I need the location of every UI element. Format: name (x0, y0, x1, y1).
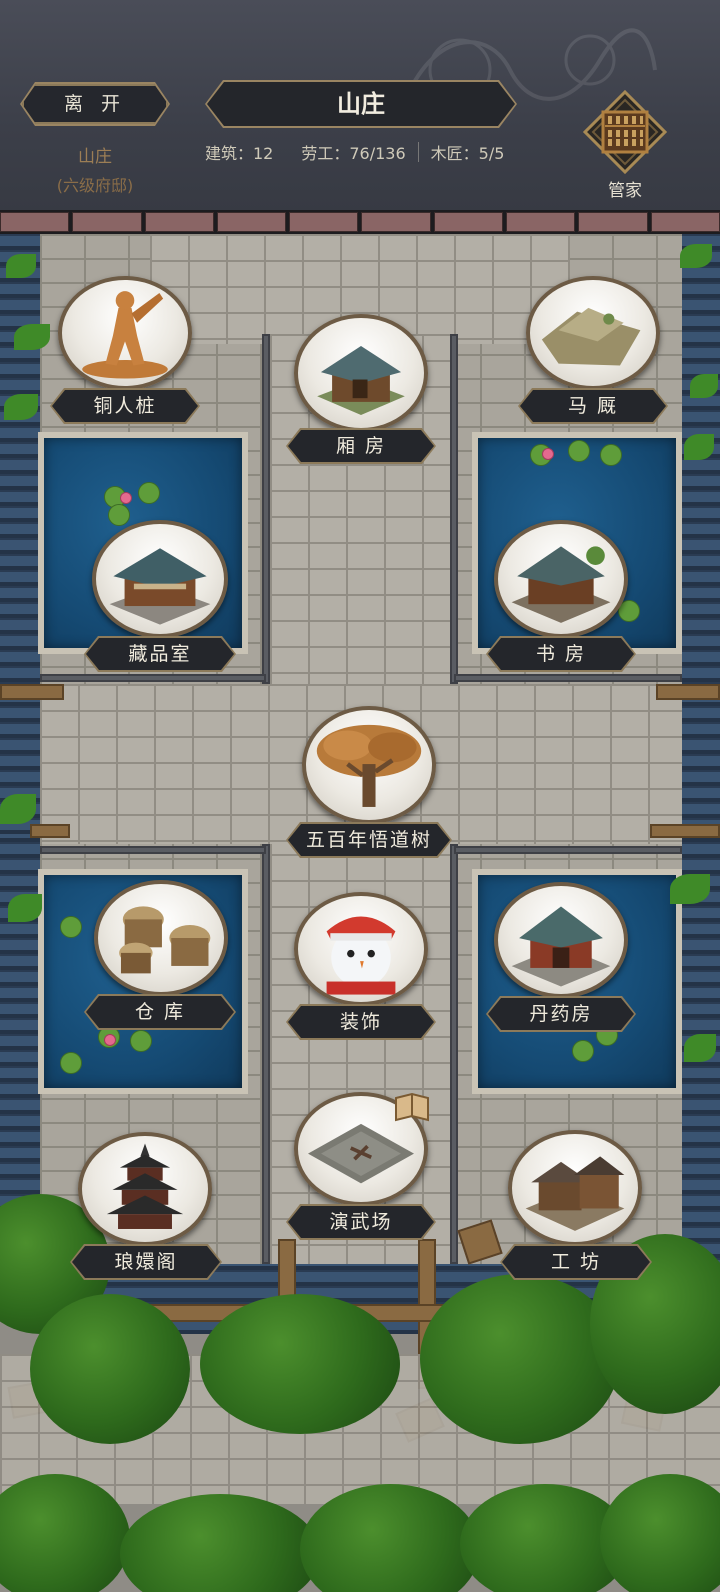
building-label: 琅嬛阁 (72, 1246, 220, 1278)
label-plate: 琅嬛阁 (70, 1244, 222, 1280)
carpenter-count: 木匠：5/5 (430, 144, 505, 163)
warehouse-icon (94, 880, 228, 996)
building-label: 马 厩 (520, 390, 666, 422)
path-rail (262, 334, 270, 684)
wooden-beam (656, 684, 720, 700)
path-rail (262, 844, 270, 1264)
buildings-count: 建筑：12 (205, 144, 274, 163)
leave-button[interactable]: 离 开 (22, 84, 168, 124)
label-plate: 马 厩 (518, 388, 668, 424)
bush (200, 1294, 400, 1434)
lily-pad (568, 440, 590, 462)
building-label: 丹药房 (488, 998, 634, 1030)
wooden-dummy-icon (58, 276, 192, 390)
building-decoration[interactable]: 装饰 (286, 892, 436, 1044)
lily-pad (600, 444, 622, 466)
building-warehouse[interactable]: 仓 库 (84, 880, 236, 1036)
lily-pad (60, 1052, 82, 1074)
stats-divider (417, 142, 419, 162)
lotus-flower (120, 492, 132, 504)
stable-icon (526, 276, 660, 390)
vine-leaf (6, 254, 36, 278)
label-plate: 装饰 (286, 1004, 436, 1040)
vine-leaf (0, 794, 36, 824)
estate-name: 山庄 (78, 147, 112, 167)
pagoda-icon (78, 1132, 212, 1246)
lily-pad (138, 482, 160, 504)
building-wooden-dummy[interactable]: 铜人桩 (50, 276, 200, 426)
building-workshop[interactable]: 工 坊 (500, 1130, 652, 1284)
label-plate: 厢 房 (286, 428, 436, 464)
vine-leaf (14, 324, 50, 350)
label-plate: 藏品室 (84, 636, 236, 672)
vine-leaf (680, 244, 712, 268)
path-rail (450, 844, 458, 1264)
building-label: 演武场 (288, 1206, 434, 1238)
bush (120, 1494, 320, 1592)
label-plate: 铜人桩 (50, 388, 200, 424)
building-alchemy-room[interactable]: 丹药房 (484, 882, 636, 1038)
building-label: 工 坊 (502, 1246, 650, 1278)
building-label: 五百年悟道树 (288, 824, 450, 856)
building-martial-arena[interactable]: 演武场 (286, 1092, 436, 1244)
building-label: 铜人桩 (52, 390, 198, 422)
page-title: 山庄 (207, 82, 515, 126)
wing-room-icon (294, 314, 428, 432)
steward-label: 管家 (608, 181, 642, 201)
progress-strip (0, 210, 720, 234)
collection-room-icon (92, 520, 228, 638)
building-pavilion[interactable]: 琅嬛阁 (70, 1132, 222, 1282)
building-label: 厢 房 (288, 430, 434, 462)
label-plate: 工 坊 (500, 1244, 652, 1280)
bush (30, 1294, 190, 1444)
building-label: 仓 库 (86, 996, 234, 1028)
wooden-beam (650, 824, 720, 838)
alchemy-room-icon (494, 882, 628, 998)
estate-stats: 建筑：12 劳工：76/136 木匠：5/5 (205, 140, 504, 164)
snowman-icon (294, 892, 428, 1006)
study-icon (494, 520, 628, 638)
path-rail (454, 846, 682, 854)
labor-count: 劳工：76/136 (301, 144, 406, 163)
vine-leaf (670, 874, 710, 904)
building-label: 装饰 (288, 1006, 434, 1038)
label-plate: 书 房 (486, 636, 636, 672)
wooden-beam (30, 824, 70, 838)
vine-leaf (8, 894, 42, 922)
lily-pad (572, 1040, 594, 1062)
estate-screen: { "header": { "leave_label": "离 开", "tit… (0, 0, 720, 1592)
building-label: 书 房 (488, 638, 634, 670)
vine-leaf (684, 434, 714, 460)
building-collection-room[interactable]: 藏品室 (84, 520, 236, 676)
abacus-icon[interactable] (583, 90, 667, 174)
vine-leaf (690, 374, 718, 398)
lily-pad (60, 916, 82, 938)
bush (420, 1274, 620, 1444)
building-dao-tree[interactable]: 五百年悟道树 (286, 706, 452, 862)
label-plate: 演武场 (286, 1204, 436, 1240)
estate-level: (六级府邸) (56, 176, 134, 195)
building-study[interactable]: 书 房 (484, 520, 636, 676)
wooden-beam (0, 684, 64, 700)
lotus-flower (542, 448, 554, 460)
workshop-icon (508, 1130, 642, 1246)
building-stable[interactable]: 马 厩 (516, 276, 668, 426)
path-rail (450, 334, 458, 684)
top-header: 离 开 山庄 (六级府邸) 山庄 建筑：12 劳工：76/136 木匠：5/5 (0, 0, 720, 212)
vine-leaf (684, 1034, 716, 1062)
book-icon (395, 1092, 429, 1122)
label-plate: 丹药房 (486, 996, 636, 1032)
path-rail (40, 846, 266, 854)
dao-tree-icon (302, 706, 436, 824)
vine-leaf (4, 394, 38, 420)
building-label: 藏品室 (86, 638, 234, 670)
label-plate: 五百年悟道树 (286, 822, 452, 858)
label-plate: 仓 库 (84, 994, 236, 1030)
building-wing-room[interactable]: 厢 房 (286, 314, 436, 470)
